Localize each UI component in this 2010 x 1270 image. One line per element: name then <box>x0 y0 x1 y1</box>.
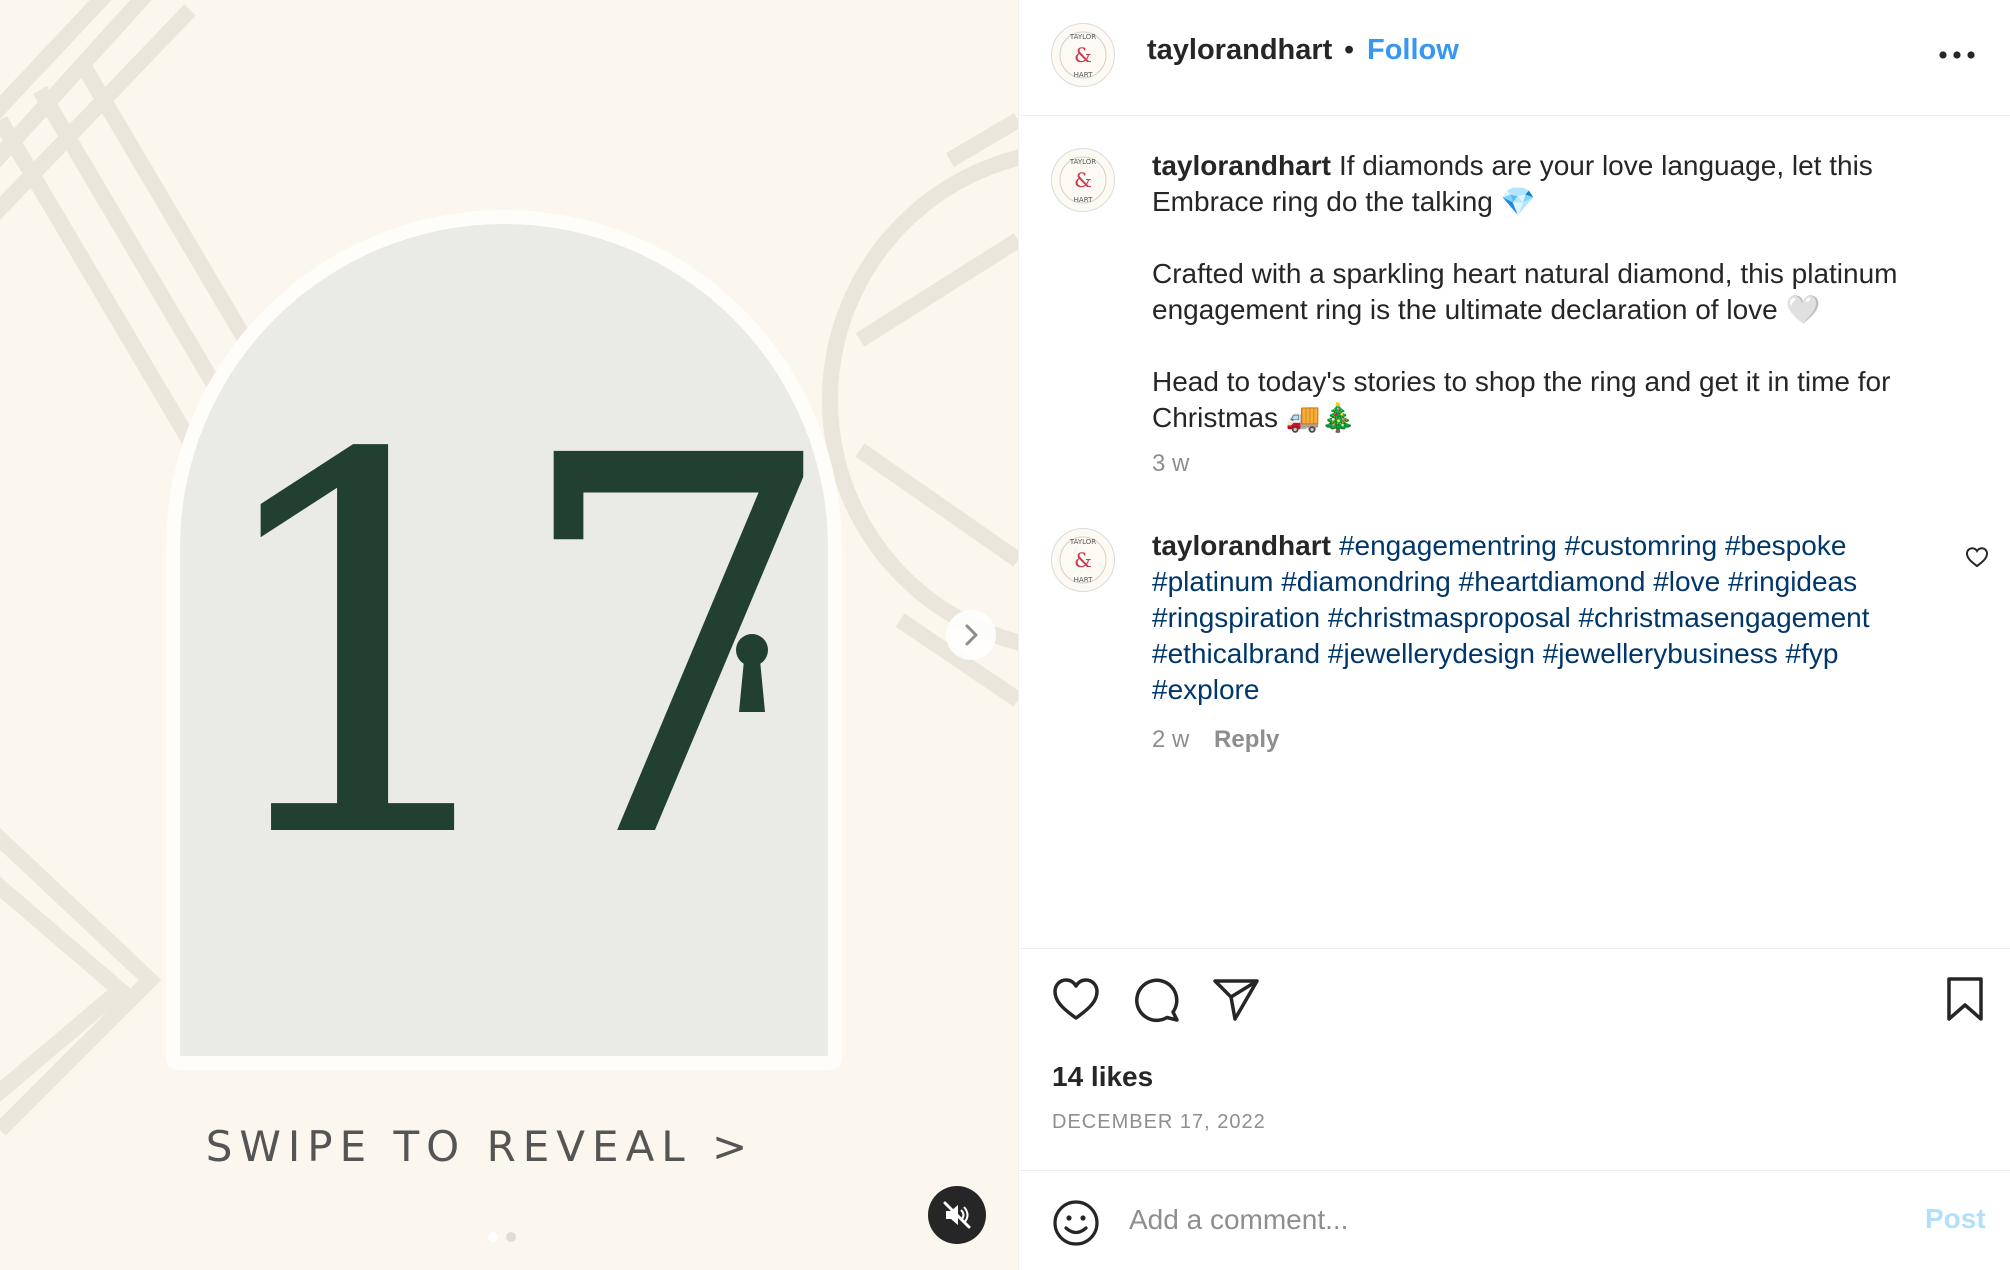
hashtag-link[interactable]: #jewellerybusiness <box>1543 638 1778 669</box>
post-header: & TAYLOR HART taylorandhart • Follow <box>1019 0 2010 116</box>
hashtag-link[interactable]: #ringideas <box>1728 566 1857 597</box>
hashtag-link[interactable]: #christmasengagement <box>1578 602 1869 633</box>
hashtag-link[interactable]: #ethicalbrand <box>1152 638 1320 669</box>
caption-text: taylorandhart If diamonds are your love l… <box>1152 148 1942 482</box>
comment-input[interactable] <box>1129 1197 1909 1243</box>
hashtag-link[interactable]: #bespoke <box>1725 530 1846 561</box>
brand-logo-icon: & TAYLOR HART <box>1059 31 1107 79</box>
svg-text:&: & <box>1074 168 1092 192</box>
carousel-dot <box>506 1232 516 1242</box>
hashtag-link[interactable]: #jewellerydesign <box>1328 638 1535 669</box>
hashtag-link[interactable]: #platinum <box>1152 566 1273 597</box>
hashtag-link[interactable]: #fyp <box>1786 638 1839 669</box>
caption-timestamp[interactable]: 3 w <box>1152 446 1942 482</box>
emoji-smiley-icon[interactable] <box>1052 1199 1100 1247</box>
advent-day-number: 17 <box>197 347 841 953</box>
brand-logo-icon: & TAYLOR HART <box>1059 536 1107 584</box>
svg-text:TAYLOR: TAYLOR <box>1069 158 1096 166</box>
header-separator: • <box>1344 34 1355 66</box>
post-caption: & TAYLOR HART taylorandhart If diamonds a… <box>1019 116 2010 506</box>
likes-count[interactable]: 14 likes <box>1052 1061 1153 1093</box>
caption-paragraph: Head to today's stories to shop the ring… <box>1152 366 1891 433</box>
post-media[interactable]: 17 SWIPE TO REVEAL > <box>0 0 1018 1270</box>
hashtag-link[interactable]: #heartdiamond <box>1459 566 1646 597</box>
hashtag-link[interactable]: #ringspiration <box>1152 602 1320 633</box>
comment-text: taylorandhart #engagementring #customring… <box>1152 528 1932 758</box>
avatar[interactable]: & TAYLOR HART <box>1051 528 1115 592</box>
comment-item: & TAYLOR HART taylorandhart #engagementri… <box>1019 512 2010 772</box>
post-date: DECEMBER 17, 2022 <box>1052 1111 1266 1133</box>
hashtag-link[interactable]: #engagementring <box>1339 530 1557 561</box>
post-comment-button[interactable]: Post <box>1925 1203 1986 1235</box>
svg-text:TAYLOR: TAYLOR <box>1069 33 1096 41</box>
comment-username[interactable]: taylorandhart <box>1152 530 1331 561</box>
follow-button[interactable]: Follow <box>1367 34 1459 67</box>
hashtag-link[interactable]: #love <box>1653 566 1720 597</box>
more-options-icon[interactable] <box>1935 40 1979 70</box>
comment-timestamp[interactable]: 2 w <box>1152 726 1189 753</box>
brand-logo-icon: & TAYLOR HART <box>1059 156 1107 204</box>
comment-like-heart-icon[interactable] <box>1965 546 1989 568</box>
avatar[interactable]: & TAYLOR HART <box>1051 23 1115 87</box>
swipe-to-reveal-text: SWIPE TO REVEAL > <box>205 1122 755 1171</box>
hashtag-link[interactable]: #customring <box>1565 530 1718 561</box>
chevron-right-icon <box>965 624 978 646</box>
comment-bar: Post <box>1019 1170 2010 1270</box>
caption-paragraph: taylorandhart If diamonds are your love l… <box>1152 148 1942 220</box>
avatar[interactable]: & TAYLOR HART <box>1051 148 1115 212</box>
hashtag-link[interactable]: #diamondring <box>1281 566 1451 597</box>
post-author-username[interactable]: taylorandhart <box>1147 34 1332 67</box>
svg-text:TAYLOR: TAYLOR <box>1069 538 1096 546</box>
caption-username[interactable]: taylorandhart <box>1152 150 1331 181</box>
caption-paragraph: Crafted with a sparkling heart natural d… <box>1152 258 1898 325</box>
comment-meta: 2 w Reply <box>1152 722 1932 758</box>
svg-text:HART: HART <box>1074 71 1093 79</box>
post-side-panel: & TAYLOR HART taylorandhart • Follow & T… <box>1018 0 2010 1270</box>
like-heart-icon[interactable] <box>1051 975 1101 1023</box>
carousel-next-button[interactable] <box>946 610 996 660</box>
svg-text:HART: HART <box>1074 196 1093 204</box>
share-send-icon[interactable] <box>1211 975 1261 1023</box>
keyhole-icon <box>736 634 768 712</box>
save-bookmark-icon[interactable] <box>1943 975 1987 1023</box>
svg-text:&: & <box>1074 43 1092 67</box>
speaker-muted-icon <box>943 1201 971 1229</box>
mute-toggle-button[interactable] <box>928 1186 986 1244</box>
svg-text:HART: HART <box>1074 576 1093 584</box>
hashtag-link[interactable]: #christmasproposal <box>1328 602 1571 633</box>
reply-button[interactable]: Reply <box>1214 726 1279 753</box>
carousel-indicator <box>488 1232 516 1242</box>
carousel-dot-active <box>488 1232 498 1242</box>
post-actions: 14 likes DECEMBER 17, 2022 <box>1019 948 2010 1170</box>
svg-text:&: & <box>1074 548 1092 572</box>
comment-bubble-icon[interactable] <box>1131 975 1181 1023</box>
hashtag-link[interactable]: #explore <box>1152 674 1259 705</box>
